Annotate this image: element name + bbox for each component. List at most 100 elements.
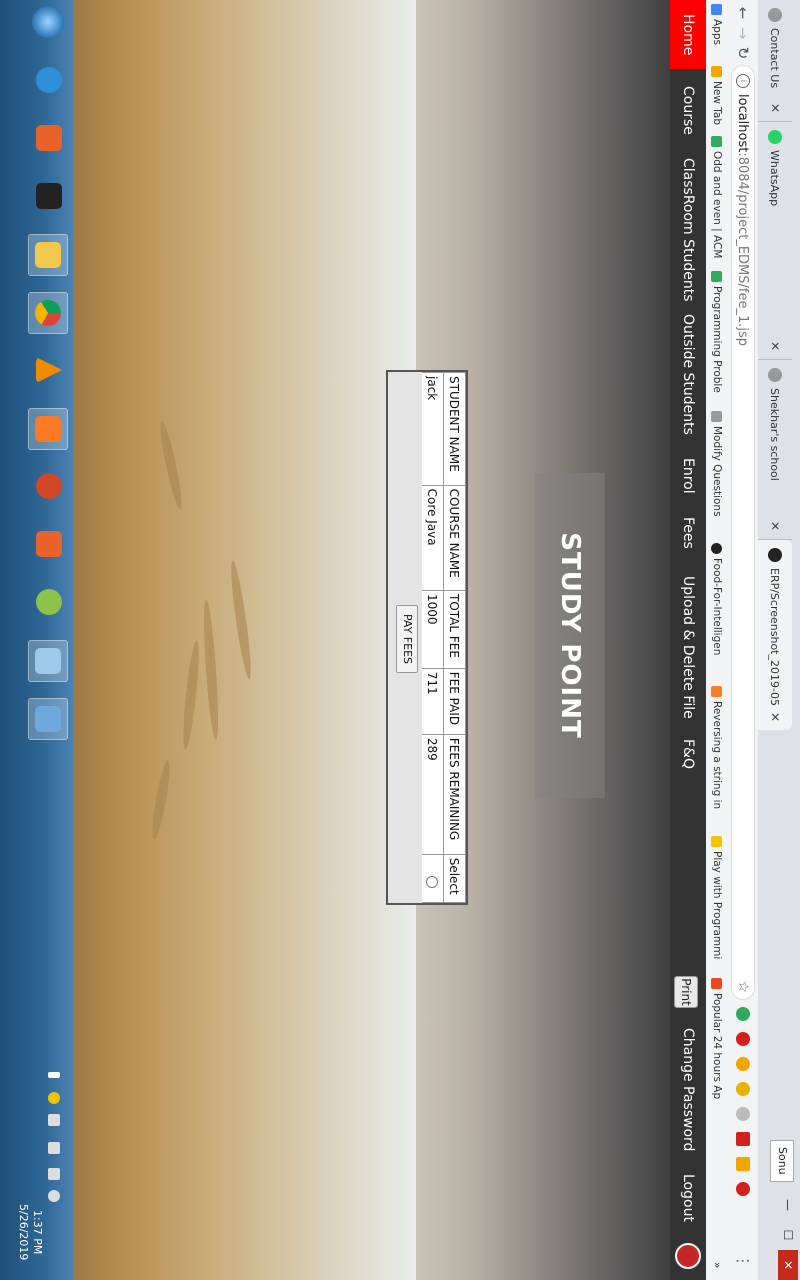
extension-green-icon[interactable] <box>736 1007 750 1021</box>
fees-remaining-cell: 289 <box>421 734 444 855</box>
bookmark-apps[interactable]: Apps <box>706 4 728 66</box>
extension-orange-icon[interactable] <box>736 1057 750 1071</box>
tab-contact-us[interactable]: Contact Us ✕ <box>758 0 792 122</box>
notepad-icon[interactable] <box>28 640 68 682</box>
page-icon <box>768 8 782 22</box>
profile-badge[interactable]: Sonu <box>770 1140 794 1182</box>
bookmark-modify-questions[interactable]: Modify Questions <box>706 411 728 543</box>
battery-icon[interactable] <box>48 1142 60 1154</box>
browser-toolbar: ← → ↻ i localhost:8084/project_EDMS/fee_… <box>728 0 758 1280</box>
bookmark-label: Food-For-Intelligen <box>711 558 723 656</box>
flag-icon[interactable] <box>48 1114 60 1126</box>
forward-icon[interactable]: → <box>732 22 754 44</box>
bookmark-label: Apps <box>711 19 723 45</box>
show-hidden-icons-icon[interactable] <box>48 1072 60 1078</box>
close-window-icon[interactable]: ✕ <box>778 1250 798 1280</box>
clock[interactable]: 1:37 PM 5/26/2019 <box>16 1204 44 1260</box>
pay-fees-button[interactable]: PAY FEES <box>396 605 418 673</box>
close-icon[interactable]: ✕ <box>768 521 782 531</box>
bookmark-label: Odd and even | ACM <box>711 151 723 259</box>
column-header: Select <box>443 854 466 903</box>
select-radio[interactable] <box>426 875 438 888</box>
reload-icon[interactable]: ↻ <box>732 42 754 64</box>
column-header: COURSE NAME <box>443 485 466 591</box>
browser-tab-strip: Contact Us ✕ WhatsApp ✕ Shekhar's school… <box>758 0 800 1280</box>
x-icon <box>711 978 723 989</box>
close-icon[interactable]: ✕ <box>768 103 782 113</box>
bookmark-reversing-a-string[interactable]: Reversing a string in <box>706 686 728 836</box>
page-icon <box>711 411 723 422</box>
tray-app-icon[interactable] <box>48 1092 60 1104</box>
nav-course[interactable]: Course <box>670 72 706 149</box>
camera-app-icon[interactable] <box>30 524 68 564</box>
network-icon[interactable] <box>48 1168 60 1180</box>
page-icon <box>768 368 782 382</box>
github-icon <box>711 543 723 554</box>
virtualbox-icon[interactable] <box>28 698 68 740</box>
column-header: TOTAL FEE <box>443 590 466 669</box>
school-logo <box>675 1243 701 1269</box>
maximize-icon[interactable]: ☐ <box>778 1220 798 1250</box>
vlc-icon[interactable] <box>30 350 68 390</box>
nav-change-password[interactable]: Change Password <box>670 1014 706 1165</box>
extension-yellow-icon[interactable] <box>736 1082 750 1096</box>
menu-icon[interactable]: ⋮ <box>732 1250 754 1272</box>
whatsapp-icon <box>768 130 782 144</box>
bookmarks-overflow-icon[interactable]: » <box>706 1262 728 1278</box>
start-button[interactable] <box>32 6 64 38</box>
extension-gray-icon[interactable] <box>736 1107 750 1121</box>
powerpoint-icon[interactable] <box>30 466 68 506</box>
clock-date: 5/26/2019 <box>17 1204 30 1261</box>
bookmark-label: Popular 24 hours Ap <box>711 993 723 1100</box>
nav-upload-delete-file[interactable]: Upload & Delete File <box>670 562 706 733</box>
print-button[interactable]: Print <box>674 976 698 1008</box>
extension-download-icon[interactable] <box>736 1157 750 1171</box>
nav-fees[interactable]: Fees <box>670 503 706 563</box>
close-icon[interactable]: ✕ <box>768 712 782 722</box>
page-title: STUDY POINT <box>535 473 605 798</box>
xampp-icon[interactable] <box>28 408 68 450</box>
address-bar[interactable]: i localhost:8084/project_EDMS/fee_1.jsp … <box>731 65 755 1000</box>
extension-red-square-icon[interactable] <box>736 1132 750 1146</box>
bookmark-label: Modify Questions <box>711 426 723 517</box>
bookmark-programming-problems[interactable]: Programming Proble <box>706 271 728 411</box>
bookmark-popular-24-hours[interactable]: Popular 24 hours Ap <box>706 978 728 1110</box>
close-icon[interactable]: ✕ <box>768 341 782 351</box>
nav-enrol[interactable]: Enrol <box>670 444 706 508</box>
nav-logout[interactable]: Logout <box>670 1160 706 1236</box>
bookmark-new-tab[interactable]: New Tab <box>706 66 728 136</box>
table-header-row: STUDENT NAME COURSE NAME TOTAL FEE FEE P… <box>443 372 466 903</box>
file-explorer-icon[interactable] <box>28 234 68 276</box>
star-icon[interactable]: ☆ <box>735 980 751 993</box>
stackoverflow-icon <box>711 686 723 697</box>
bookmark-odd-and-even[interactable]: Odd and even | ACM <box>706 136 728 271</box>
screenshot-app-icon[interactable] <box>30 118 68 158</box>
back-icon[interactable]: ← <box>732 2 754 24</box>
nav-outside-students[interactable]: Outside Students <box>670 300 706 449</box>
hackerearth-icon <box>711 136 723 147</box>
bookmarks-bar: Apps New Tab Odd and even | ACM Programm… <box>705 0 728 1280</box>
table-row: jack Core Java 1000 711 289 <box>421 372 444 903</box>
nav-classroom-students[interactable]: ClassRoom Students <box>670 144 706 316</box>
chrome-icon[interactable] <box>28 292 68 334</box>
nav-home[interactable]: Home <box>670 0 706 70</box>
add-app-icon[interactable] <box>30 582 68 622</box>
extension-opera-icon[interactable] <box>736 1182 750 1196</box>
column-header: FEE PAID <box>443 668 466 735</box>
tab-whatsapp[interactable]: WhatsApp ✕ <box>758 122 792 360</box>
nav-faq[interactable]: F&Q <box>670 725 706 783</box>
bookmark-play-with-programming[interactable]: Play with Programmi <box>706 836 728 978</box>
internet-explorer-icon[interactable] <box>30 60 68 100</box>
tab-label: ERP/Screenshot_2019-05 <box>768 568 782 706</box>
url-path: :8084/project_EDMS/fee_1.jsp <box>735 152 751 347</box>
fee-table: STUDENT NAME COURSE NAME TOTAL FEE FEE P… <box>421 372 466 903</box>
tab-erp-screenshot[interactable]: ERP/Screenshot_2019-05 ✕ <box>758 540 792 730</box>
tab-shekhars-school[interactable]: Shekhar's school ✕ <box>758 360 792 540</box>
tab-label: Shekhar's school <box>768 388 782 481</box>
bookmark-food-for-intelligence[interactable]: Food-For-Intelligen <box>706 543 728 686</box>
minimize-icon[interactable]: — <box>778 1190 798 1220</box>
info-icon[interactable]: i <box>736 74 750 88</box>
media-app-icon[interactable] <box>30 176 68 216</box>
volume-icon[interactable] <box>48 1190 60 1202</box>
extension-red-icon[interactable] <box>736 1032 750 1046</box>
